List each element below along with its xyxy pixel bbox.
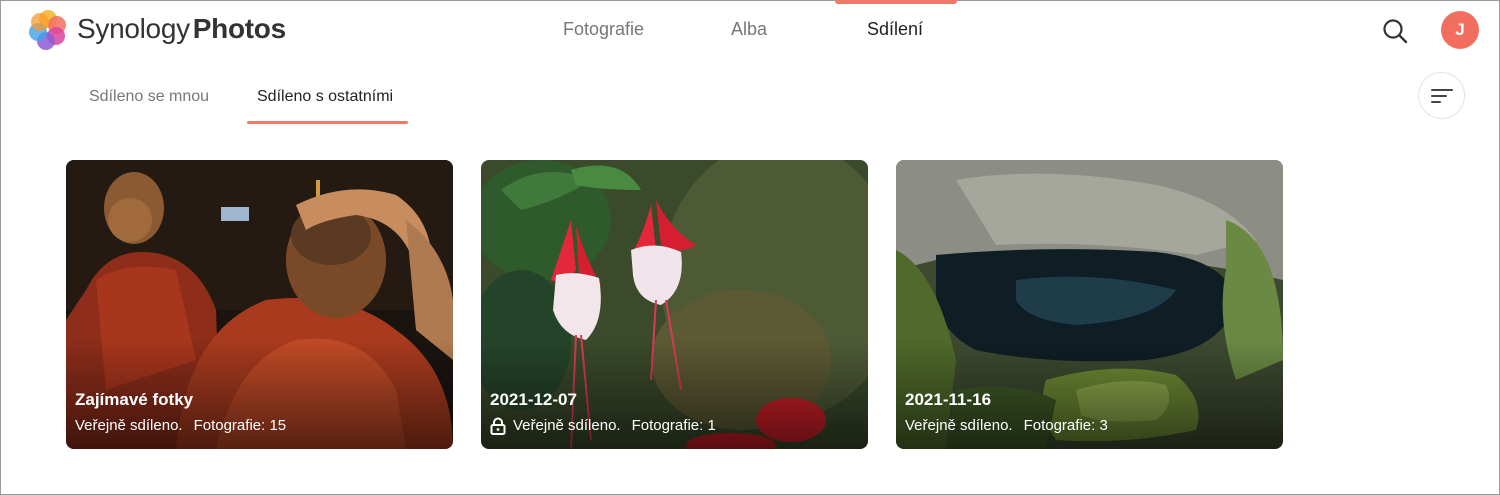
album-photo-count: Fotografie: 1 bbox=[631, 417, 716, 434]
tab-fotografie[interactable]: Fotografie bbox=[563, 18, 644, 40]
album-sharing-status: Veřejně sdíleno. bbox=[513, 417, 621, 434]
album-photo-count: Fotografie: 15 bbox=[193, 417, 287, 434]
app-brand: Synology Photos bbox=[77, 12, 286, 46]
sort-icon bbox=[1430, 88, 1453, 103]
album-card[interactable]: 2021-12-07 Veřejně sdíleno. Fotografie: … bbox=[481, 160, 868, 449]
active-subtab-indicator bbox=[247, 121, 408, 124]
tab-sdileni[interactable]: Sdílení bbox=[867, 18, 923, 40]
user-avatar[interactable]: J bbox=[1441, 11, 1479, 49]
album-meta: Veřejně sdíleno. Fotografie: 1 bbox=[490, 416, 716, 436]
search-icon bbox=[1383, 19, 1408, 44]
tab-alba[interactable]: Alba bbox=[731, 18, 767, 40]
album-sharing-status: Veřejně sdíleno. bbox=[75, 417, 183, 434]
album-photo-count: Fotografie: 3 bbox=[1023, 417, 1108, 434]
album-meta: Veřejně sdíleno. Fotografie: 15 bbox=[75, 416, 286, 436]
top-bar: Synology Photos Fotografie Alba Sdílení J bbox=[0, 0, 1500, 60]
album-title: Zajímavé fotky bbox=[75, 390, 194, 409]
synology-photos-logo-icon[interactable] bbox=[28, 8, 68, 50]
brand-bold: Photos bbox=[192, 13, 286, 44]
lock-icon bbox=[490, 417, 506, 435]
album-sharing-status: Veřejně sdíleno. bbox=[905, 417, 1013, 434]
brand-light: Synology bbox=[77, 13, 190, 44]
sort-button[interactable] bbox=[1418, 72, 1465, 119]
album-title: 2021-12-07 bbox=[490, 390, 577, 409]
album-card[interactable]: Zajímavé fotky Veřejně sdíleno. Fotograf… bbox=[66, 160, 453, 449]
album-meta: Veřejně sdíleno. Fotografie: 3 bbox=[905, 416, 1108, 436]
active-tab-indicator bbox=[835, 0, 957, 4]
album-title: 2021-11-16 bbox=[905, 390, 992, 409]
subtab-shared-with-me[interactable]: Sdíleno se mnou bbox=[89, 87, 209, 107]
search-button[interactable] bbox=[1381, 17, 1409, 45]
album-card[interactable]: 2021-11-16 Veřejně sdíleno. Fotografie: … bbox=[896, 160, 1283, 449]
subtab-shared-with-others[interactable]: Sdíleno s ostatními bbox=[257, 87, 393, 107]
